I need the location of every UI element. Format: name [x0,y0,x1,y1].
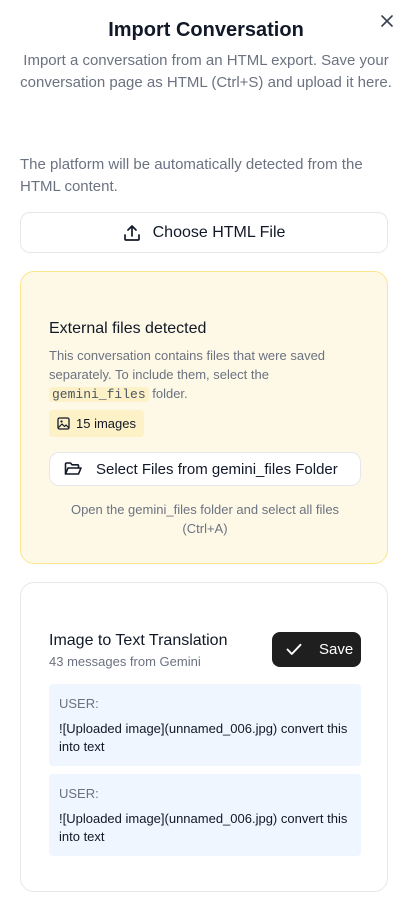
select-files-label: Select Files from gemini_files Folder [96,460,338,478]
external-files-title: External files detected [49,320,207,337]
external-files-description: This conversation contains files that we… [49,346,365,404]
external-files-card: External files detected This conversatio… [20,271,388,564]
dialog-title: Import Conversation [108,19,304,41]
select-files-button[interactable]: Select Files from gemini_files Folder [49,452,361,486]
folder-code-chip: gemini_files [49,387,149,402]
conversation-title: Image to Text Translation [49,632,228,649]
select-files-hint: Open the gemini_files folder and select … [70,502,340,536]
message-role: USER: [59,786,99,801]
message-item: USER: ![Uploaded image](unnamed_006.jpg)… [49,684,361,766]
external-files-desc-text: This conversation contains files that we… [49,348,326,382]
save-label: Save [319,641,354,658]
check-icon [286,643,302,655]
conversation-meta: 43 messages from Gemini [49,654,201,669]
folder-open-icon [64,462,82,475]
message-text: ![Uploaded image](unnamed_006.jpg) conve… [59,811,348,844]
choose-html-file-label: Choose HTML File [152,223,286,241]
message-item: USER: ![Uploaded image](unnamed_006.jpg)… [49,774,361,856]
image-count-badge: 15 images [49,410,144,437]
message-text: ![Uploaded image](unnamed_006.jpg) conve… [59,721,348,754]
dialog-subtitle: Import a conversation from an HTML expor… [20,52,392,91]
save-button[interactable]: Save [272,632,361,667]
conversation-preview-card: Image to Text Translation 43 messages fr… [20,582,388,892]
external-files-desc-suffix: folder. [148,386,188,401]
choose-html-file-button[interactable]: Choose HTML File [20,212,388,253]
message-role: USER: [59,696,99,711]
import-conversation-dialog: Import Conversation Import a conversatio… [0,0,412,913]
detect-note: The platform will be automatically detec… [20,156,363,195]
upload-icon [123,224,140,241]
image-count-label: 15 images [76,416,136,431]
image-icon [57,417,70,430]
